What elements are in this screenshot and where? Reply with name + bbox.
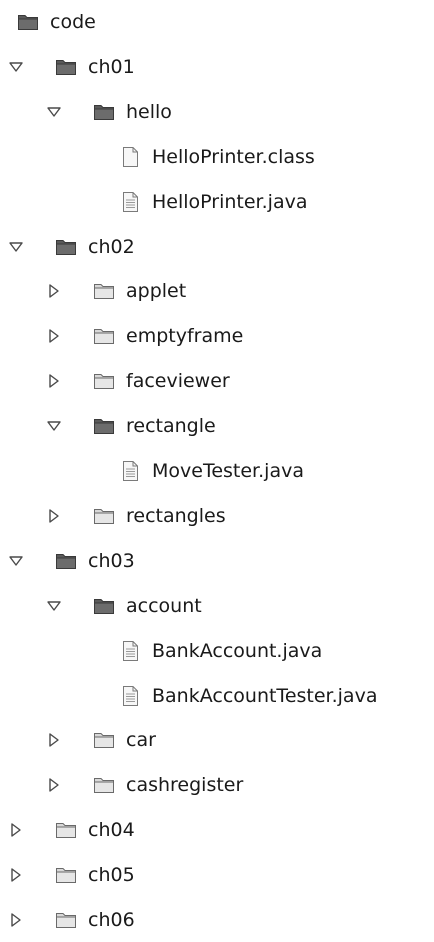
tree-item-label: applet — [126, 280, 187, 303]
expanded-arrow-icon[interactable] — [46, 598, 62, 614]
folder-dark-icon — [92, 414, 116, 438]
collapsed-arrow-icon[interactable] — [8, 867, 24, 883]
expanded-arrow-icon[interactable] — [46, 418, 62, 434]
folder-light-icon — [54, 863, 78, 887]
tree-item-label: ch06 — [88, 909, 135, 931]
tree-folder-row[interactable]: car — [0, 718, 434, 762]
java-file-icon — [118, 190, 142, 214]
folder-dark-icon — [16, 10, 40, 34]
tree-folder-row[interactable]: ch04 — [0, 808, 434, 852]
folder-dark-icon — [92, 594, 116, 618]
tree-item-label: rectangle — [126, 415, 216, 438]
tree-folder-row[interactable]: ch06 — [0, 898, 434, 942]
expanded-arrow-icon[interactable] — [8, 59, 24, 75]
tree-item-label: ch03 — [88, 549, 135, 572]
tree-folder-row[interactable]: cashregister — [0, 763, 434, 807]
tree-item-label: BankAccountTester.java — [152, 684, 378, 707]
tree-item-label: hello — [126, 100, 172, 123]
tree-item-label: car — [126, 729, 156, 752]
folder-light-icon — [54, 818, 78, 842]
collapsed-arrow-icon[interactable] — [46, 732, 62, 748]
tree-folder-row[interactable]: hello — [0, 90, 434, 134]
file-icon — [118, 145, 142, 169]
tree-folder-row[interactable]: applet — [0, 269, 434, 313]
java-file-icon — [118, 639, 142, 663]
folder-light-icon — [92, 324, 116, 348]
tree-item-label: cashregister — [126, 774, 244, 797]
folder-light-icon — [92, 279, 116, 303]
tree-folder-row[interactable]: rectangles — [0, 494, 434, 538]
tree-item-label: ch05 — [88, 864, 135, 887]
folder-dark-icon — [54, 55, 78, 79]
tree-folder-row[interactable]: code — [0, 0, 434, 44]
tree-item-label: code — [50, 11, 96, 33]
tree-item-label: MoveTester.java — [152, 460, 304, 482]
tree-item-label: emptyframe — [126, 325, 244, 348]
tree-file-row[interactable]: BankAccountTester.java — [0, 674, 434, 718]
tree-file-row[interactable]: HelloPrinter.java — [0, 180, 434, 224]
tree-file-row[interactable]: BankAccount.java — [0, 629, 434, 673]
folder-light-icon — [92, 728, 116, 752]
tree-item-label: ch02 — [88, 235, 135, 258]
folder-light-icon — [92, 369, 116, 393]
tree-item-label: HelloPrinter.java — [152, 190, 308, 213]
collapsed-arrow-icon[interactable] — [46, 328, 62, 344]
tree-item-label: rectangles — [126, 504, 226, 527]
tree-item-label: ch04 — [88, 819, 135, 842]
collapsed-arrow-icon[interactable] — [46, 283, 62, 299]
expanded-arrow-icon[interactable] — [46, 104, 62, 120]
folder-dark-icon — [54, 235, 78, 259]
collapsed-arrow-icon[interactable] — [46, 777, 62, 793]
java-file-icon — [118, 459, 142, 483]
tree-folder-row[interactable]: ch01 — [0, 45, 434, 89]
tree-folder-row[interactable]: rectangle — [0, 404, 434, 448]
collapsed-arrow-icon[interactable] — [8, 822, 24, 838]
collapsed-arrow-icon[interactable] — [46, 508, 62, 524]
folder-dark-icon — [92, 100, 116, 124]
file-tree: code ch01 hello HelloPrinter.class HelloPrin… — [0, 0, 434, 934]
tree-item-label: HelloPrinter.class — [152, 145, 315, 168]
tree-folder-row[interactable]: faceviewer — [0, 359, 434, 403]
tree-file-row[interactable]: MoveTester.java — [0, 449, 434, 493]
folder-light-icon — [54, 908, 78, 932]
tree-item-label: BankAccount.java — [152, 639, 323, 662]
tree-item-label: ch01 — [88, 55, 135, 78]
tree-folder-row[interactable]: ch02 — [0, 225, 434, 269]
tree-folder-row[interactable]: account — [0, 584, 434, 628]
java-file-icon — [118, 684, 142, 708]
expanded-arrow-icon[interactable] — [8, 239, 24, 255]
folder-dark-icon — [54, 549, 78, 573]
expanded-arrow-icon[interactable] — [8, 553, 24, 569]
collapsed-arrow-icon[interactable] — [46, 373, 62, 389]
folder-light-icon — [92, 773, 116, 797]
tree-item-label: account — [126, 594, 202, 617]
tree-folder-row[interactable]: ch05 — [0, 853, 434, 897]
tree-folder-row[interactable]: ch03 — [0, 539, 434, 583]
tree-folder-row[interactable]: emptyframe — [0, 314, 434, 358]
tree-file-row[interactable]: HelloPrinter.class — [0, 135, 434, 179]
folder-light-icon — [92, 504, 116, 528]
collapsed-arrow-icon[interactable] — [8, 912, 24, 928]
tree-item-label: faceviewer — [126, 370, 230, 393]
